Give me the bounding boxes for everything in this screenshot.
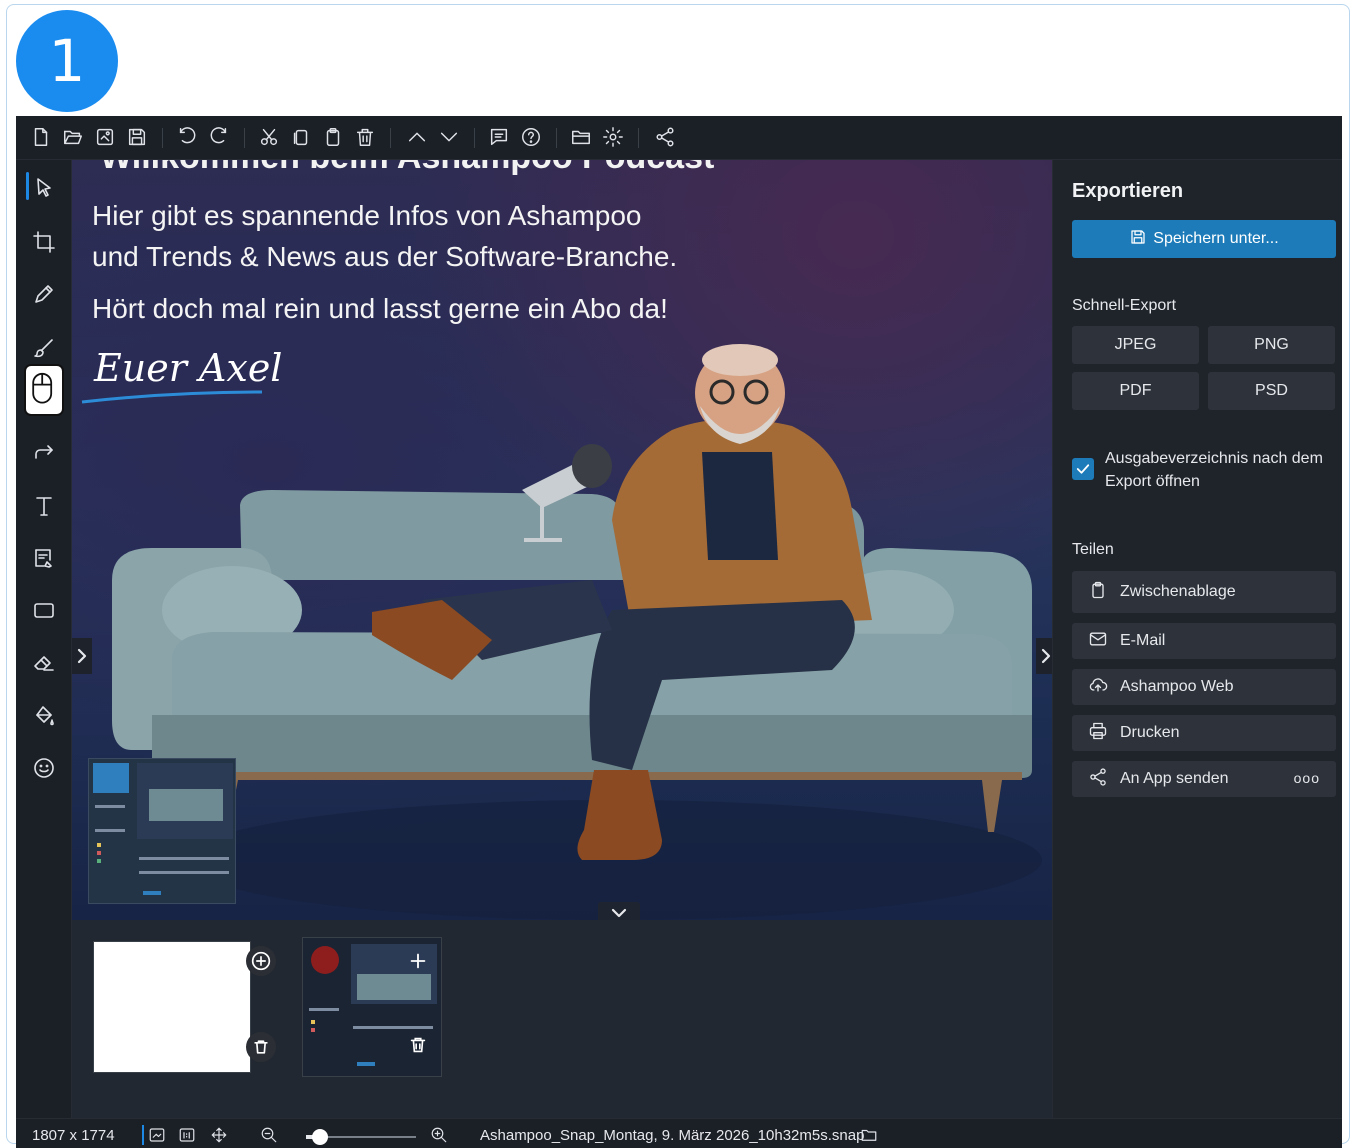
cloud-upload-icon xyxy=(1088,675,1108,700)
arrow-icon[interactable] xyxy=(32,440,56,464)
active-tool-indicator xyxy=(26,172,29,200)
delete-icon[interactable] xyxy=(246,1032,276,1062)
app-window: Willkommen beim Ashampoo Podcast Hier gi… xyxy=(16,116,1342,1148)
folder-icon[interactable] xyxy=(860,1126,878,1144)
redo-icon[interactable] xyxy=(208,126,232,150)
select-icon[interactable] xyxy=(32,176,56,200)
eraser-icon[interactable] xyxy=(32,650,56,674)
fit-image-icon[interactable] xyxy=(148,1126,166,1144)
export-jpeg-button[interactable]: JPEG xyxy=(1072,326,1199,364)
share-email-button[interactable]: E-Mail xyxy=(1072,623,1336,659)
canvas-signature: Euer Axel xyxy=(94,346,283,390)
settings-icon[interactable] xyxy=(602,126,626,150)
rectangle-icon[interactable] xyxy=(32,598,56,622)
share-section-label: Teilen xyxy=(1072,541,1114,558)
mouse-icon xyxy=(24,364,64,416)
delete-icon[interactable] xyxy=(354,126,378,150)
brush-icon[interactable] xyxy=(32,336,56,360)
export-png-button[interactable]: PNG xyxy=(1208,326,1335,364)
capture-thumbnail-blank[interactable] xyxy=(93,941,276,1073)
text-icon[interactable] xyxy=(32,494,56,518)
capture-strip xyxy=(72,920,1052,1118)
save-icon[interactable] xyxy=(126,126,150,150)
export-psd-button[interactable]: PSD xyxy=(1208,372,1335,410)
canvas-text-line-1: Hier gibt es spannende Infos von Ashampo… xyxy=(92,200,642,231)
new-file-icon[interactable] xyxy=(30,126,54,150)
zoom-slider-thumb[interactable] xyxy=(312,1129,329,1145)
add-icon[interactable] xyxy=(246,946,276,976)
share-clipboard-button[interactable]: Zwischenablage xyxy=(1072,571,1336,613)
move-icon[interactable] xyxy=(210,1126,228,1144)
move-up-icon[interactable] xyxy=(406,126,430,150)
image-canvas[interactable]: Willkommen beim Ashampoo Podcast Hier gi… xyxy=(72,160,1052,920)
tool-sidebar xyxy=(16,160,72,1118)
canvas-text-line-2: und Trends & News aus der Software-Branc… xyxy=(92,241,678,272)
note-icon[interactable] xyxy=(32,546,56,570)
status-accent xyxy=(142,1125,144,1145)
share-item-label: Ashampoo Web xyxy=(1120,678,1234,695)
share-print-button[interactable]: Drucken xyxy=(1072,715,1336,751)
undo-icon[interactable] xyxy=(176,126,200,150)
delete-icon[interactable] xyxy=(407,1034,429,1061)
save-as-label: Speichern unter... xyxy=(1153,230,1279,247)
fill-icon[interactable] xyxy=(32,704,56,728)
save-as-button[interactable]: Speichern unter... xyxy=(1072,220,1336,258)
step-badge: 1 xyxy=(16,10,118,112)
folder-icon[interactable] xyxy=(570,126,594,150)
actual-size-icon[interactable] xyxy=(178,1126,196,1144)
canvas-text-line-3: Hört doch mal rein und lasst gerne ein A… xyxy=(92,293,668,324)
share-ashampoo-web-button[interactable]: Ashampoo Web xyxy=(1072,669,1336,705)
open-output-label: Ausgabeverzeichnis nach dem Export öffne… xyxy=(1105,450,1323,490)
share-icon[interactable] xyxy=(654,126,678,150)
share-item-label: Drucken xyxy=(1120,724,1180,741)
export-pdf-button[interactable]: PDF xyxy=(1072,372,1199,410)
zoom-in-icon[interactable] xyxy=(430,1126,448,1144)
open-output-checkbox[interactable] xyxy=(1072,458,1094,480)
open-folder-icon[interactable] xyxy=(62,126,86,150)
save-icon xyxy=(1129,228,1147,251)
emoji-icon[interactable] xyxy=(32,756,56,780)
expand-left-icon[interactable] xyxy=(72,638,92,674)
top-toolbar xyxy=(16,116,1342,160)
copy-icon[interactable] xyxy=(290,126,314,150)
save-image-icon[interactable] xyxy=(94,126,118,150)
capture-thumbnail-podcast[interactable] xyxy=(302,937,442,1077)
share-item-label: An App senden xyxy=(1120,770,1229,787)
pencil-icon[interactable] xyxy=(32,282,56,306)
share-item-label: E-Mail xyxy=(1120,632,1166,649)
clipboard-icon xyxy=(1088,580,1108,605)
more-options-icon[interactable]: ooo xyxy=(1294,770,1320,786)
status-bar: 1807 x 1774 Ashampoo_Snap_Montag, 9. Mär… xyxy=(16,1118,1342,1148)
navigator-thumbnail[interactable] xyxy=(88,758,236,904)
canvas-cut-title: Willkommen beim Ashampoo Podcast xyxy=(100,160,714,177)
crop-icon[interactable] xyxy=(32,230,56,254)
quick-export-label: Schnell-Export xyxy=(1072,297,1177,314)
collapse-strip-button[interactable] xyxy=(598,902,640,920)
add-icon[interactable] xyxy=(407,950,429,977)
move-down-icon[interactable] xyxy=(438,126,462,150)
share-item-label: Zwischenablage xyxy=(1120,583,1236,600)
image-dimensions: 1807 x 1774 xyxy=(32,1127,115,1144)
share-send-to-app-button[interactable]: An App senden ooo xyxy=(1072,761,1336,797)
help-icon[interactable] xyxy=(520,126,544,150)
mail-icon xyxy=(1088,629,1108,654)
cut-icon[interactable] xyxy=(258,126,282,150)
zoom-out-icon[interactable] xyxy=(260,1126,278,1144)
printer-icon xyxy=(1088,721,1108,746)
comment-icon[interactable] xyxy=(488,126,512,150)
paste-icon[interactable] xyxy=(322,126,346,150)
panel-title: Exportieren xyxy=(1072,180,1184,202)
export-panel: Exportieren Speichern unter... Schnell-E… xyxy=(1052,160,1342,1118)
file-name: Ashampoo_Snap_Montag, 9. März 2026_10h32… xyxy=(480,1127,865,1144)
share-icon xyxy=(1088,767,1108,792)
